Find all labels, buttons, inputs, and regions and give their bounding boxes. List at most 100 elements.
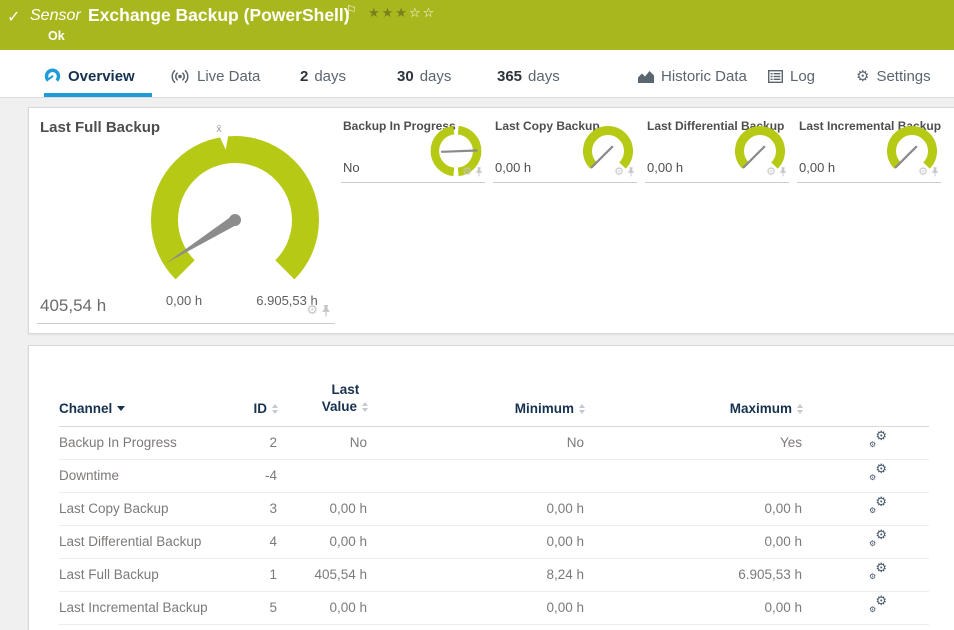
channel-maximum: 0,00 h <box>586 591 804 624</box>
stars-empty[interactable]: ☆☆ <box>409 6 436 21</box>
channel-name[interactable]: Last Differential Backup <box>59 525 229 558</box>
channel-name[interactable]: Last Copy Backup <box>59 492 229 525</box>
gauge-settings-gear-icon[interactable]: ⚙ <box>918 166 928 177</box>
channel-maximum: 0,00 h <box>586 525 804 558</box>
channel-table-panel: Channel ID LastValue Minimum Maximum Bac… <box>28 345 954 630</box>
channel-settings-gears-icon[interactable]: ⚙⚙ <box>869 499 887 515</box>
stars-filled[interactable]: ★★★ <box>368 6 409 21</box>
flag-icon[interactable]: ⚐ <box>346 3 357 17</box>
tab-30-days-number: 30 <box>397 68 414 85</box>
channel-maximum <box>586 459 804 492</box>
channel-settings-gears-icon[interactable]: ⚙⚙ <box>869 565 887 581</box>
gauge-value: 0,00 h <box>799 160 835 175</box>
priority-stars[interactable]: ★★★☆☆ <box>368 5 436 21</box>
channel-last-value: 0,00 h <box>279 525 369 558</box>
channel-minimum: 8,24 h <box>369 558 586 591</box>
tab-365-days[interactable]: 365 days <box>497 50 560 98</box>
channel-maximum: Yes <box>586 426 804 459</box>
gauge-value: 0,00 h <box>647 160 683 175</box>
broadcast-icon <box>170 69 190 84</box>
gauge-last-full-backup: Last Full Backup x̄ 0,00 h 6.905,53 h 40… <box>37 116 335 324</box>
channel-last-value <box>279 459 369 492</box>
active-tab-indicator <box>44 93 152 97</box>
tab-bar: Overview Live Data 2 days 30 days 365 da… <box>0 50 954 98</box>
channel-minimum: 0,00 h <box>369 591 586 624</box>
table-row: Last Full Backup 1 405,54 h 8,24 h 6.905… <box>59 558 929 591</box>
table-row: Backup In Progress 2 No No Yes ⚙⚙ <box>59 426 929 459</box>
column-header-id[interactable]: ID <box>229 378 279 426</box>
table-row: Last Copy Backup 3 0,00 h 0,00 h 0,00 h … <box>59 492 929 525</box>
column-header-channel[interactable]: Channel <box>59 378 229 426</box>
tab-historic-data[interactable]: Historic Data <box>638 50 747 98</box>
gauge-pin-icon[interactable] <box>627 167 635 177</box>
channel-settings-gears-icon[interactable]: ⚙⚙ <box>869 433 887 449</box>
gauge-value: 405,54 h <box>40 296 106 316</box>
tab-live-data[interactable]: Live Data <box>170 50 260 98</box>
tab-2-days-number: 2 <box>300 68 308 85</box>
channel-name[interactable]: Last Full Backup <box>59 558 229 591</box>
column-header-minimum[interactable]: Minimum <box>369 378 586 426</box>
channel-last-value: 405,54 h <box>279 558 369 591</box>
channel-table: Channel ID LastValue Minimum Maximum Bac… <box>59 378 929 625</box>
gauge-last-incremental-backup: Last Incremental Backup 0,00 h ⚙ <box>797 116 941 183</box>
gauge-settings-gear-icon[interactable]: ⚙ <box>306 304 318 317</box>
tab-live-data-label: Live Data <box>197 68 260 85</box>
gauge-value: No <box>343 160 360 175</box>
channel-name[interactable]: Downtime <box>59 459 229 492</box>
tab-365-days-unit: days <box>528 68 560 85</box>
tab-log[interactable]: Log <box>768 50 815 98</box>
table-header-row: Channel ID LastValue Minimum Maximum <box>59 378 929 426</box>
gauge-scale-min: 0,00 h <box>166 293 202 308</box>
tab-overview-label: Overview <box>68 68 135 85</box>
sort-icon <box>797 404 804 414</box>
tab-30-days[interactable]: 30 days <box>397 50 451 98</box>
channel-id: 3 <box>229 492 279 525</box>
channel-minimum: 0,00 h <box>369 492 586 525</box>
channel-name[interactable]: Backup In Progress <box>59 426 229 459</box>
channel-minimum: No <box>369 426 586 459</box>
tab-2-days[interactable]: 2 days <box>300 50 346 98</box>
gauge-value: 0,00 h <box>495 160 531 175</box>
gauge-needle <box>896 147 917 168</box>
gauge-settings-gear-icon[interactable]: ⚙ <box>462 166 472 177</box>
gauge-backup-in-progress: Backup In Progress No ⚙ <box>341 116 485 183</box>
column-header-last-value[interactable]: LastValue <box>279 378 369 426</box>
mean-marker-label: x̄ <box>216 123 222 135</box>
tab-settings[interactable]: ⚙ Settings <box>856 50 931 98</box>
channel-settings-gears-icon[interactable]: ⚙⚙ <box>869 532 887 548</box>
sort-icon <box>272 404 279 414</box>
gauge-pin-icon[interactable] <box>931 167 939 177</box>
gauge-settings-gear-icon[interactable]: ⚙ <box>766 166 776 177</box>
gauge-pin-icon[interactable] <box>321 305 331 317</box>
channel-last-value: No <box>279 426 369 459</box>
channel-last-value: 0,00 h <box>279 591 369 624</box>
area-chart-icon <box>638 70 654 83</box>
sort-icon <box>362 402 369 412</box>
tab-log-label: Log <box>790 68 815 85</box>
gauge-pin-icon[interactable] <box>779 167 787 177</box>
channel-settings-gears-icon[interactable]: ⚙⚙ <box>869 466 887 482</box>
channel-id: -4 <box>229 459 279 492</box>
channel-name[interactable]: Last Incremental Backup <box>59 591 229 624</box>
last-full-backup-gauge[interactable]: x̄ 0,00 h 6.905,53 h <box>135 120 335 320</box>
tab-2-days-unit: days <box>314 68 346 85</box>
sensor-status-text: Ok <box>48 29 65 43</box>
tab-overview[interactable]: Overview <box>44 50 152 98</box>
sensor-header-bar: ✓ Sensor Exchange Backup (PowerShell) ⚐ … <box>0 0 954 50</box>
gauge-pin-icon[interactable] <box>475 167 483 177</box>
channel-minimum <box>369 459 586 492</box>
gauge-settings-gear-icon[interactable]: ⚙ <box>614 166 624 177</box>
table-row: Last Incremental Backup 5 0,00 h 0,00 h … <box>59 591 929 624</box>
gauge-last-differential-backup: Last Differential Backup 0,00 h ⚙ <box>645 116 789 183</box>
gauge-last-copy-backup: Last Copy Backup 0,00 h ⚙ <box>493 116 637 183</box>
channel-id: 2 <box>229 426 279 459</box>
table-row: Last Differential Backup 4 0,00 h 0,00 h… <box>59 525 929 558</box>
channel-settings-gears-icon[interactable]: ⚙⚙ <box>869 598 887 614</box>
channel-id: 4 <box>229 525 279 558</box>
column-header-maximum[interactable]: Maximum <box>586 378 804 426</box>
channel-id: 1 <box>229 558 279 591</box>
sensor-title: Exchange Backup (PowerShell) <box>88 5 350 26</box>
gear-icon: ⚙ <box>856 67 869 85</box>
gauge-needle-pivot <box>229 214 241 226</box>
gauge-needle <box>592 147 613 168</box>
